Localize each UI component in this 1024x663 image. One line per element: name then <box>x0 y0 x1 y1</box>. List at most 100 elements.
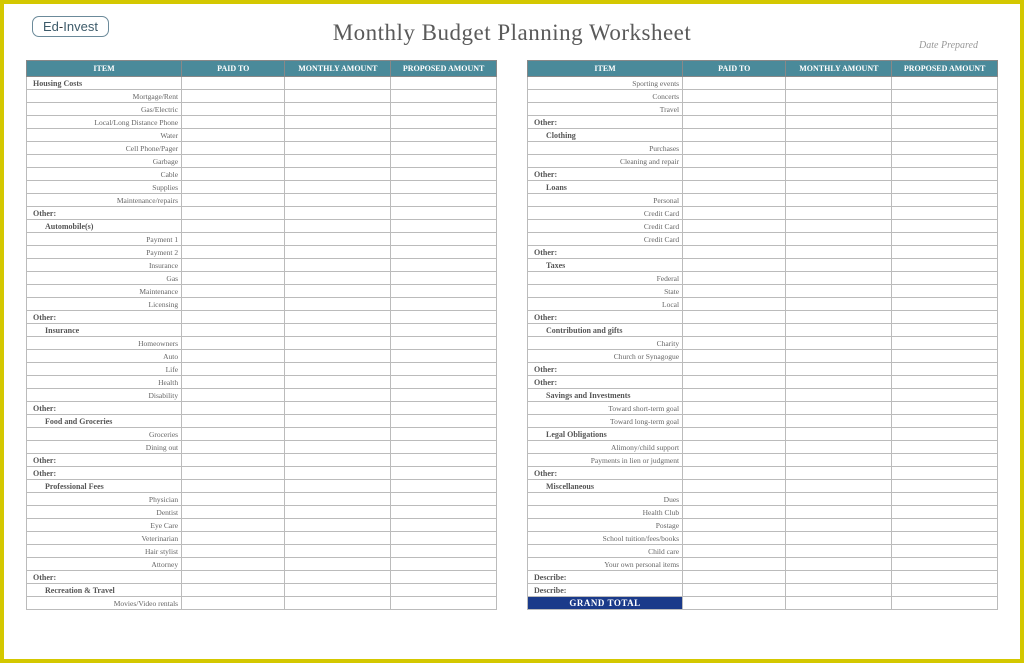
value-cell[interactable] <box>892 441 998 454</box>
value-cell[interactable] <box>892 77 998 90</box>
value-cell[interactable] <box>786 272 892 285</box>
value-cell[interactable] <box>786 363 892 376</box>
value-cell[interactable] <box>182 142 285 155</box>
value-cell[interactable] <box>285 454 391 467</box>
value-cell[interactable] <box>391 129 497 142</box>
value-cell[interactable] <box>285 376 391 389</box>
value-cell[interactable] <box>892 90 998 103</box>
value-cell[interactable] <box>892 220 998 233</box>
value-cell[interactable] <box>391 597 497 610</box>
value-cell[interactable] <box>683 415 786 428</box>
value-cell[interactable] <box>683 129 786 142</box>
value-cell[interactable] <box>786 428 892 441</box>
value-cell[interactable] <box>786 376 892 389</box>
value-cell[interactable] <box>683 194 786 207</box>
value-cell[interactable] <box>683 285 786 298</box>
value-cell[interactable] <box>391 311 497 324</box>
value-cell[interactable] <box>285 519 391 532</box>
value-cell[interactable] <box>892 428 998 441</box>
value-cell[interactable] <box>285 324 391 337</box>
value-cell[interactable] <box>285 493 391 506</box>
value-cell[interactable] <box>182 597 285 610</box>
value-cell[interactable] <box>391 220 497 233</box>
value-cell[interactable] <box>182 571 285 584</box>
value-cell[interactable] <box>182 220 285 233</box>
value-cell[interactable] <box>182 103 285 116</box>
value-cell[interactable] <box>391 415 497 428</box>
value-cell[interactable] <box>892 376 998 389</box>
value-cell[interactable] <box>786 233 892 246</box>
value-cell[interactable] <box>182 285 285 298</box>
value-cell[interactable] <box>892 389 998 402</box>
value-cell[interactable] <box>786 415 892 428</box>
value-cell[interactable] <box>683 246 786 259</box>
value-cell[interactable] <box>683 103 786 116</box>
value-cell[interactable] <box>892 532 998 545</box>
value-cell[interactable] <box>182 246 285 259</box>
value-cell[interactable] <box>892 506 998 519</box>
value-cell[interactable] <box>786 103 892 116</box>
value-cell[interactable] <box>182 90 285 103</box>
value-cell[interactable] <box>391 532 497 545</box>
value-cell[interactable] <box>285 597 391 610</box>
value-cell[interactable] <box>391 90 497 103</box>
value-cell[interactable] <box>182 428 285 441</box>
value-cell[interactable] <box>285 389 391 402</box>
value-cell[interactable] <box>786 246 892 259</box>
value-cell[interactable] <box>391 168 497 181</box>
value-cell[interactable] <box>182 545 285 558</box>
value-cell[interactable] <box>892 480 998 493</box>
value-cell[interactable] <box>892 116 998 129</box>
value-cell[interactable] <box>786 259 892 272</box>
value-cell[interactable] <box>786 532 892 545</box>
value-cell[interactable] <box>182 233 285 246</box>
value-cell[interactable] <box>182 181 285 194</box>
value-cell[interactable] <box>285 337 391 350</box>
value-cell[interactable] <box>285 168 391 181</box>
value-cell[interactable] <box>182 116 285 129</box>
value-cell[interactable] <box>892 324 998 337</box>
value-cell[interactable] <box>683 90 786 103</box>
value-cell[interactable] <box>683 155 786 168</box>
value-cell[interactable] <box>182 155 285 168</box>
value-cell[interactable] <box>683 428 786 441</box>
value-cell[interactable] <box>391 324 497 337</box>
value-cell[interactable] <box>285 103 391 116</box>
value-cell[interactable] <box>683 363 786 376</box>
value-cell[interactable] <box>683 532 786 545</box>
value-cell[interactable] <box>391 467 497 480</box>
value-cell[interactable] <box>285 558 391 571</box>
value-cell[interactable] <box>285 363 391 376</box>
value-cell[interactable] <box>182 506 285 519</box>
value-cell[interactable] <box>285 441 391 454</box>
value-cell[interactable] <box>786 558 892 571</box>
value-cell[interactable] <box>892 558 998 571</box>
value-cell[interactable] <box>391 402 497 415</box>
value-cell[interactable] <box>892 233 998 246</box>
value-cell[interactable] <box>786 337 892 350</box>
value-cell[interactable] <box>391 558 497 571</box>
value-cell[interactable] <box>786 480 892 493</box>
value-cell[interactable] <box>683 220 786 233</box>
value-cell[interactable] <box>786 285 892 298</box>
value-cell[interactable] <box>786 116 892 129</box>
value-cell[interactable] <box>786 311 892 324</box>
value-cell[interactable] <box>892 129 998 142</box>
value-cell[interactable] <box>285 142 391 155</box>
value-cell[interactable] <box>892 350 998 363</box>
value-cell[interactable] <box>182 480 285 493</box>
value-cell[interactable] <box>683 454 786 467</box>
value-cell[interactable] <box>391 194 497 207</box>
value-cell[interactable] <box>285 272 391 285</box>
value-cell[interactable] <box>683 233 786 246</box>
value-cell[interactable] <box>182 168 285 181</box>
value-cell[interactable] <box>182 363 285 376</box>
value-cell[interactable] <box>391 441 497 454</box>
value-cell[interactable] <box>182 376 285 389</box>
value-cell[interactable] <box>285 90 391 103</box>
value-cell[interactable] <box>285 467 391 480</box>
value-cell[interactable] <box>786 402 892 415</box>
value-cell[interactable] <box>391 571 497 584</box>
value-cell[interactable] <box>892 337 998 350</box>
value-cell[interactable] <box>683 506 786 519</box>
